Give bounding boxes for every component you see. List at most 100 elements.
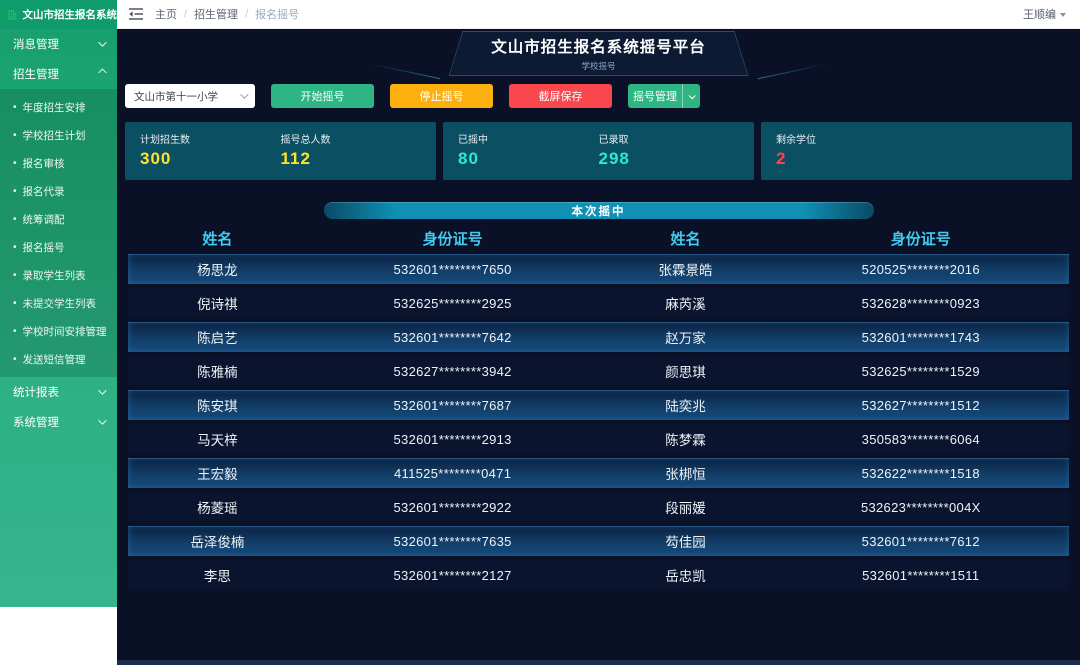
student-id: 532628********0923 — [773, 296, 1069, 311]
app-logo[interactable]: 文山市招生报名系统 — [0, 0, 117, 29]
bullet-icon: • — [13, 186, 17, 197]
student-id: 411525********0471 — [307, 466, 599, 481]
button-label: 停止摇号 — [420, 88, 464, 104]
sidebar-subitem-label: 报名审核 — [23, 156, 65, 171]
button-label: 摇号管理 — [628, 88, 682, 104]
stat-value: 2 — [776, 149, 917, 169]
breadcrumb-home[interactable]: 主页 — [155, 6, 177, 22]
topbar: 文山市招生报名系统 主页 / 招生管理 / 报名摇号 王顺编 — [0, 0, 1080, 29]
column-header: 身份证号 — [307, 228, 599, 249]
student-id: 532601********7687 — [307, 398, 599, 413]
sidebar-subitem[interactable]: •学校时间安排管理 — [0, 317, 117, 345]
sidebar-subitem-label: 年度招生安排 — [23, 100, 86, 115]
stats-row: 计划招生数300摇号总人数112已摇中80已录取298剩余学位2 — [125, 122, 1072, 180]
stat-card: 计划招生数300摇号总人数112 — [125, 122, 436, 180]
student-id: 532601********7650 — [307, 262, 599, 277]
lottery-manage-button[interactable]: 摇号管理 — [628, 84, 700, 108]
sidebar-section-label: 招生管理 — [13, 66, 59, 82]
sidebar-subitem[interactable]: • 统筹调配 — [0, 205, 117, 233]
student-name: 倪诗祺 — [128, 293, 307, 313]
table-row: 马天梓532601********2913陈梦霖350583********60… — [128, 424, 1069, 454]
stat-item: 已摇中80 — [458, 131, 599, 171]
sidebar-menu: 消息管理招生管理•年度招生安排•学校招生计划•报名审核•报名代录•统筹调配•报名… — [0, 29, 117, 607]
student-name: 岳泽俊楠 — [128, 531, 307, 551]
sidebar-subitem[interactable]: • 报名摇号 — [0, 233, 117, 261]
sidebar-subitem[interactable]: • 报名审核 — [0, 149, 117, 177]
screenshot-save-button[interactable]: 截屏保存 — [509, 84, 612, 108]
student-name: 王宏毅 — [128, 463, 307, 483]
table-header-row: 姓名身份证号姓名身份证号 — [128, 223, 1069, 254]
school-select-value: 文山市第十一小学 — [134, 89, 218, 104]
button-label: 截屏保存 — [539, 88, 583, 104]
chevron-down-icon — [98, 386, 106, 394]
sidebar-subitem[interactable]: •学校招生计划 — [0, 121, 117, 149]
sidebar-section-message-management[interactable]: 消息管理 — [0, 29, 117, 59]
stat-item: 计划招生数300 — [140, 131, 281, 171]
user-name: 王顺编 — [1023, 6, 1056, 22]
stat-card: 已摇中80已录取298 — [443, 122, 754, 180]
bullet-icon: • — [13, 298, 17, 309]
student-name: 张梆恒 — [598, 463, 772, 483]
chevron-down-icon[interactable] — [682, 84, 700, 108]
sidebar-section-label: 统计报表 — [13, 384, 59, 400]
bullet-icon: • — [13, 326, 17, 337]
stat-label: 摇号总人数 — [281, 131, 422, 146]
student-name: 赵万家 — [598, 327, 772, 347]
chevron-down-icon — [240, 90, 248, 98]
sidebar-subitem-label: 发送短信管理 — [23, 352, 86, 367]
stat-value: 298 — [599, 149, 740, 169]
student-id: 532622********1518 — [773, 466, 1069, 481]
stat-item: 已录取298 — [599, 131, 740, 171]
table-body: 杨思龙532601********7650张霖景皓520525********2… — [128, 254, 1069, 590]
school-select[interactable]: 文山市第十一小学 — [125, 84, 255, 108]
column-header: 身份证号 — [773, 228, 1069, 249]
button-label: 开始摇号 — [301, 88, 345, 104]
student-name: 马天梓 — [128, 429, 307, 449]
student-name: 李思 — [128, 565, 307, 585]
sidebar-subitem-label: 学校招生计划 — [23, 128, 86, 143]
student-id: 532625********2925 — [307, 296, 599, 311]
bullet-icon: • — [13, 242, 17, 253]
stop-lottery-button[interactable]: 停止摇号 — [390, 84, 493, 108]
bullet-icon: • — [13, 214, 17, 225]
student-name: 陈启艺 — [128, 327, 307, 347]
student-name: 张霖景皓 — [598, 259, 772, 279]
page-title: 文山市招生报名系统摇号平台 — [491, 35, 706, 57]
student-name: 芶佳园 — [598, 531, 772, 551]
start-lottery-button[interactable]: 开始摇号 — [271, 84, 374, 108]
sidebar-subitem[interactable]: •发送短信管理 — [0, 345, 117, 373]
student-name: 陈梦霖 — [598, 429, 772, 449]
sidebar-subitem[interactable]: •年度招生安排 — [0, 93, 117, 121]
breadcrumb-separator: / — [245, 8, 248, 20]
sidebar-submenu: •年度招生安排•学校招生计划•报名审核•报名代录•统筹调配•报名摇号•录取学生列… — [0, 89, 117, 377]
controls-row: 文山市第十一小学 开始摇号 停止摇号 截屏保存 摇号管理 — [125, 84, 1072, 108]
user-menu[interactable]: 王顺编 — [1023, 6, 1066, 22]
sidebar-subitem-label: 报名摇号 — [23, 240, 65, 255]
breadcrumb: 主页 / 招生管理 / 报名摇号 — [155, 6, 299, 22]
column-header: 姓名 — [128, 228, 307, 249]
student-name: 陈雅楠 — [128, 361, 307, 381]
sidebar-subitem[interactable]: • 报名代录 — [0, 177, 117, 205]
collapse-menu-icon[interactable] — [129, 8, 143, 20]
bullet-icon: • — [13, 158, 17, 169]
page-subtitle: 学校摇号 — [581, 60, 615, 72]
student-name: 段丽媛 — [598, 497, 772, 517]
topbar-main: 主页 / 招生管理 / 报名摇号 王顺编 — [117, 0, 1080, 29]
student-id: 532601********2913 — [307, 432, 599, 447]
student-name: 杨思龙 — [128, 259, 307, 279]
main-content: 文山市招生报名系统摇号平台 学校摇号 文山市第十一小学 开始摇号 停止摇号 截屏保存… — [117, 29, 1080, 665]
sidebar-section-system-management[interactable]: 系统管理 — [0, 407, 117, 437]
bottom-scrollbar-strip[interactable] — [117, 660, 1080, 665]
sidebar-subitem-label: 统筹调配 — [23, 212, 65, 227]
breadcrumb-admission-management[interactable]: 招生管理 — [194, 6, 238, 22]
stat-label: 已摇中 — [458, 131, 599, 146]
student-id: 532627********1512 — [773, 398, 1069, 413]
section-title-pill: 本次摇中 — [324, 202, 874, 219]
sidebar-subitem[interactable]: •录取学生列表 — [0, 261, 117, 289]
sidebar-section-admission-management[interactable]: 招生管理 — [0, 59, 117, 89]
table-row: 陈雅楠532627********3942颜思琪532625********15… — [128, 356, 1069, 386]
sidebar-section-statistics-report[interactable]: 统计报表 — [0, 377, 117, 407]
sidebar: 消息管理招生管理•年度招生安排•学校招生计划•报名审核•报名代录•统筹调配•报名… — [0, 29, 117, 665]
sidebar-subitem[interactable]: •未提交学生列表 — [0, 289, 117, 317]
sidebar-subitem-label: 报名代录 — [23, 184, 65, 199]
